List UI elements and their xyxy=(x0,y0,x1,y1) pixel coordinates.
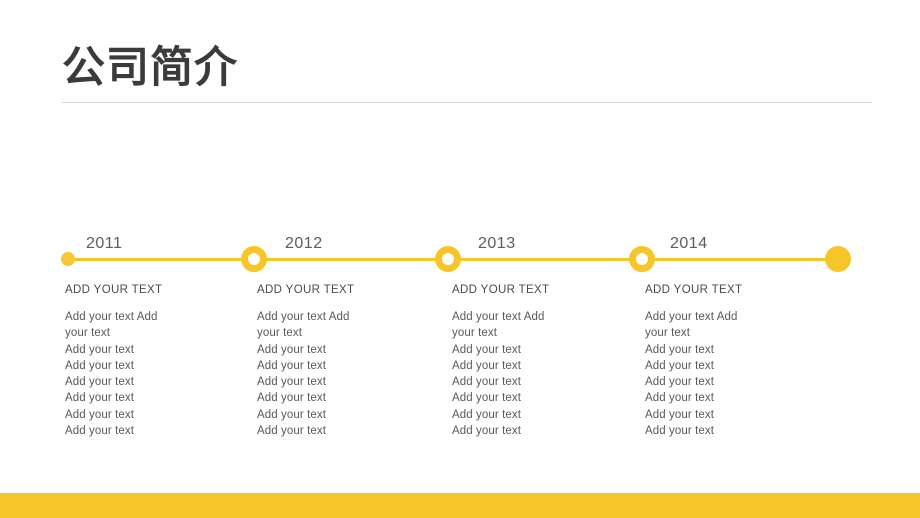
column-body-line: Add your text xyxy=(65,392,135,405)
column-body-list: Add your text Add your text Add your text… xyxy=(452,309,632,439)
column-body-line: Add your text xyxy=(65,343,135,356)
column-body-line: Add your text xyxy=(65,425,135,438)
column-body-line: Add your text xyxy=(452,425,522,438)
column-body-line: Add your text xyxy=(645,376,715,389)
timeline-node-5 xyxy=(825,246,851,272)
column-intro-line: Add your text Add your text xyxy=(257,311,350,340)
column-body-line: Add your text xyxy=(645,359,715,372)
timeline-node-4 xyxy=(629,246,655,272)
column-heading: ADD YOUR TEXT xyxy=(645,284,743,296)
bottom-accent-bar xyxy=(0,493,920,518)
timeline-year-label-2012: 2012 xyxy=(285,235,323,252)
column-body-line: Add your text xyxy=(257,392,327,405)
timeline-columns: ADD YOUR TEXT Add your text Add your text… xyxy=(0,283,920,453)
timeline-year-label-2013: 2013 xyxy=(478,235,516,252)
column-heading: ADD YOUR TEXT xyxy=(452,284,550,296)
title-block: 公司简介 xyxy=(62,42,872,94)
column-body-line: Add your text xyxy=(452,376,522,389)
column-body-line: Add your text xyxy=(65,376,135,389)
timeline-column-4: ADD YOUR TEXT Add your text Add your text… xyxy=(645,283,825,439)
column-body-line: Add your text xyxy=(645,343,715,356)
timeline-column-3: ADD YOUR TEXT Add your text Add your text… xyxy=(452,283,632,439)
column-body-line: Add your text xyxy=(452,343,522,356)
timeline-column-2: ADD YOUR TEXT Add your text Add your text… xyxy=(257,283,437,439)
column-heading: ADD YOUR TEXT xyxy=(257,284,355,296)
timeline-axis-line xyxy=(68,258,840,261)
title-divider xyxy=(62,102,872,103)
timeline-node-1 xyxy=(61,252,75,266)
column-body-line: Add your text xyxy=(65,408,135,421)
column-body-line: Add your text xyxy=(257,359,327,372)
column-heading: ADD YOUR TEXT xyxy=(65,284,163,296)
column-intro-line: Add your text Add your text xyxy=(452,311,545,340)
column-body-line: Add your text xyxy=(257,425,327,438)
column-intro-line: Add your text Add your text xyxy=(645,311,738,340)
timeline-year-label-2011: 2011 xyxy=(86,235,123,252)
timeline-year-label-2014: 2014 xyxy=(670,235,708,252)
column-body-line: Add your text xyxy=(645,408,715,421)
column-intro-line: Add your text Add your text xyxy=(65,311,158,340)
column-body-line: Add your text xyxy=(452,359,522,372)
column-body-line: Add your text xyxy=(645,425,715,438)
column-body-list: Add your text Add your text Add your text… xyxy=(65,309,245,439)
timeline-node-3 xyxy=(435,246,461,272)
column-body-line: Add your text xyxy=(257,343,327,356)
column-body-line: Add your text xyxy=(452,392,522,405)
column-body-list: Add your text Add your text Add your text… xyxy=(645,309,825,439)
column-body-list: Add your text Add your text Add your text… xyxy=(257,309,437,439)
column-body-line: Add your text xyxy=(257,376,327,389)
column-body-line: Add your text xyxy=(645,392,715,405)
page-title: 公司简介 xyxy=(62,43,238,93)
timeline-column-1: ADD YOUR TEXT Add your text Add your text… xyxy=(65,283,245,439)
column-body-line: Add your text xyxy=(452,408,522,421)
column-body-line: Add your text xyxy=(257,408,327,421)
column-body-line: Add your text xyxy=(65,359,135,372)
timeline-node-2 xyxy=(241,246,267,272)
slide-canvas: 公司简介 2011 2012 2013 2014 ADD YOUR TEXT Add y… xyxy=(0,0,920,518)
